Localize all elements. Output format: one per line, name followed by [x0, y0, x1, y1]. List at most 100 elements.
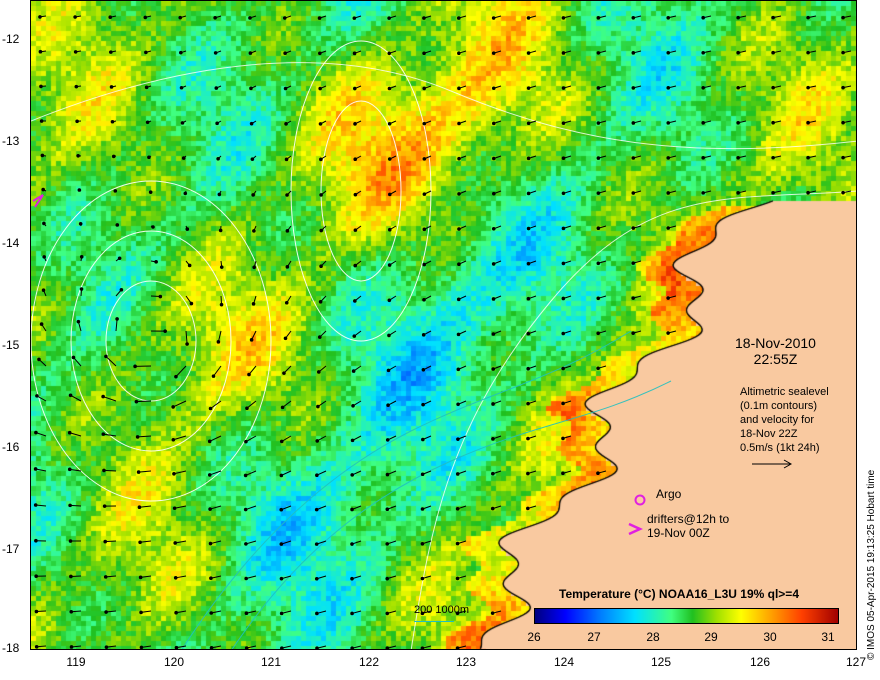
velocity-arrow-head	[110, 119, 115, 124]
velocity-arrow-head	[596, 191, 601, 195]
velocity-arrow-head	[319, 193, 323, 197]
velocity-arrow-head	[491, 262, 496, 266]
velocity-arrow-head	[78, 221, 83, 226]
velocity-arrow-head	[137, 505, 142, 509]
velocity-arrow	[136, 400, 152, 403]
velocity-arrow	[105, 356, 117, 367]
velocity-arrow-head	[841, 50, 845, 55]
velocity-arrow-head	[771, 85, 775, 90]
velocity-arrow-head	[631, 121, 636, 125]
velocity-arrow-head	[33, 467, 38, 471]
velocity-arrow-head	[491, 121, 496, 126]
velocity-arrow-head	[352, 334, 357, 338]
velocity-arrow-head	[178, 15, 183, 20]
velocity-arrow-head	[139, 645, 144, 649]
velocity-arrow-head	[631, 51, 636, 55]
velocity-arrow-head	[187, 263, 192, 268]
velocity-arrow-head	[385, 576, 390, 581]
velocity-arrow-head	[103, 575, 108, 579]
velocity-arrow-head	[526, 506, 530, 511]
velocity-arrow	[102, 396, 117, 402]
velocity-arrow-head	[456, 16, 461, 20]
velocity-arrow-head	[457, 121, 461, 126]
velocity-arrow-head	[109, 85, 114, 89]
date-line: 18-Nov-2010	[735, 335, 816, 351]
velocity-arrow-head	[456, 437, 460, 441]
velocity-arrow-head	[596, 261, 601, 266]
velocity-arrow-head	[247, 372, 251, 377]
velocity-arrow-head	[139, 610, 143, 615]
velocity-arrow-head	[387, 157, 392, 161]
velocity-arrow-head	[841, 155, 845, 160]
drifter-track	[32, 194, 44, 208]
velocity-arrow-head	[455, 541, 460, 546]
velocity-arrow-head	[74, 84, 79, 89]
velocity-arrow-head	[421, 333, 426, 337]
velocity-arrow-head	[736, 85, 740, 90]
velocity-arrow-head	[561, 156, 566, 161]
velocity-arrow-head	[315, 473, 319, 478]
velocity-arrow-head	[631, 191, 636, 195]
velocity-arrow-head	[387, 86, 392, 91]
velocity-arrow-head	[216, 156, 220, 161]
velocity-arrow-head	[179, 50, 183, 55]
velocity-arrow-head	[526, 121, 531, 126]
velocity-arrow-head	[353, 228, 358, 232]
velocity-arrow-head	[596, 331, 600, 336]
velocity-arrow-head	[113, 189, 118, 193]
velocity-arrow-head	[666, 191, 671, 195]
velocity-arrow-head	[284, 300, 289, 305]
velocity-arrow-head	[806, 120, 810, 125]
velocity-arrow-head	[456, 402, 460, 407]
velocity-arrow-head	[666, 331, 670, 335]
velocity-arrow-head	[280, 646, 284, 649]
velocity-arrow-head	[353, 299, 357, 303]
bathymetry-line	[414, 621, 454, 622]
velocity-arrow-head	[185, 227, 190, 231]
velocity-arrow-head	[421, 402, 425, 407]
velocity-arrow-head	[526, 16, 531, 20]
velocity-arrow-head	[387, 333, 391, 338]
velocity-arrow-head	[701, 191, 705, 195]
velocity-arrow-head	[315, 439, 320, 443]
velocity-arrow-head	[117, 256, 122, 261]
velocity-arrow-head	[771, 15, 775, 20]
y-tick: -16	[2, 440, 20, 454]
velocity-arrow-head	[34, 574, 38, 579]
velocity-arrow-head	[350, 473, 355, 477]
legend-line: and velocity for	[740, 414, 814, 426]
velocity-arrow-head	[526, 191, 531, 196]
velocity-arrow-head	[69, 609, 74, 614]
velocity-arrow-head	[252, 265, 256, 270]
velocity-arrow-head	[285, 193, 289, 197]
velocity-arrow-head	[631, 331, 635, 335]
velocity-arrow-head	[841, 120, 845, 125]
sealevel-contour	[70, 230, 232, 452]
velocity-arrow-head	[631, 296, 635, 300]
velocity-arrow-head	[79, 287, 84, 291]
velocity-arrow-head	[38, 49, 43, 54]
legend-line: 19-Nov 00Z	[647, 526, 710, 540]
velocity-arrow-head	[207, 439, 212, 444]
velocity-arrow-head	[350, 576, 354, 581]
velocity-arrow-head	[189, 301, 194, 306]
velocity-arrow-head	[69, 574, 73, 579]
velocity-arrow-head	[68, 393, 73, 398]
velocity-arrow-head	[455, 472, 460, 476]
velocity-arrow-head	[71, 355, 76, 360]
velocity-arrow-head	[73, 50, 78, 54]
velocity-arrow-head	[561, 51, 566, 55]
velocity-arrow-head	[701, 121, 705, 125]
velocity-arrow-head	[147, 155, 151, 160]
sst-map[interactable]	[30, 0, 857, 650]
velocity-arrow-head	[104, 354, 108, 359]
velocity-arrow-head	[491, 332, 496, 336]
velocity-arrow-head	[279, 439, 284, 444]
velocity-arrow	[115, 318, 118, 332]
velocity-arrow-head	[350, 646, 354, 649]
x-tick: 124	[553, 655, 575, 669]
sealevel-contour	[105, 280, 197, 402]
velocity-arrow-head	[561, 261, 566, 266]
velocity-arrow-head	[283, 86, 288, 91]
velocity-arrow-head	[526, 331, 531, 336]
